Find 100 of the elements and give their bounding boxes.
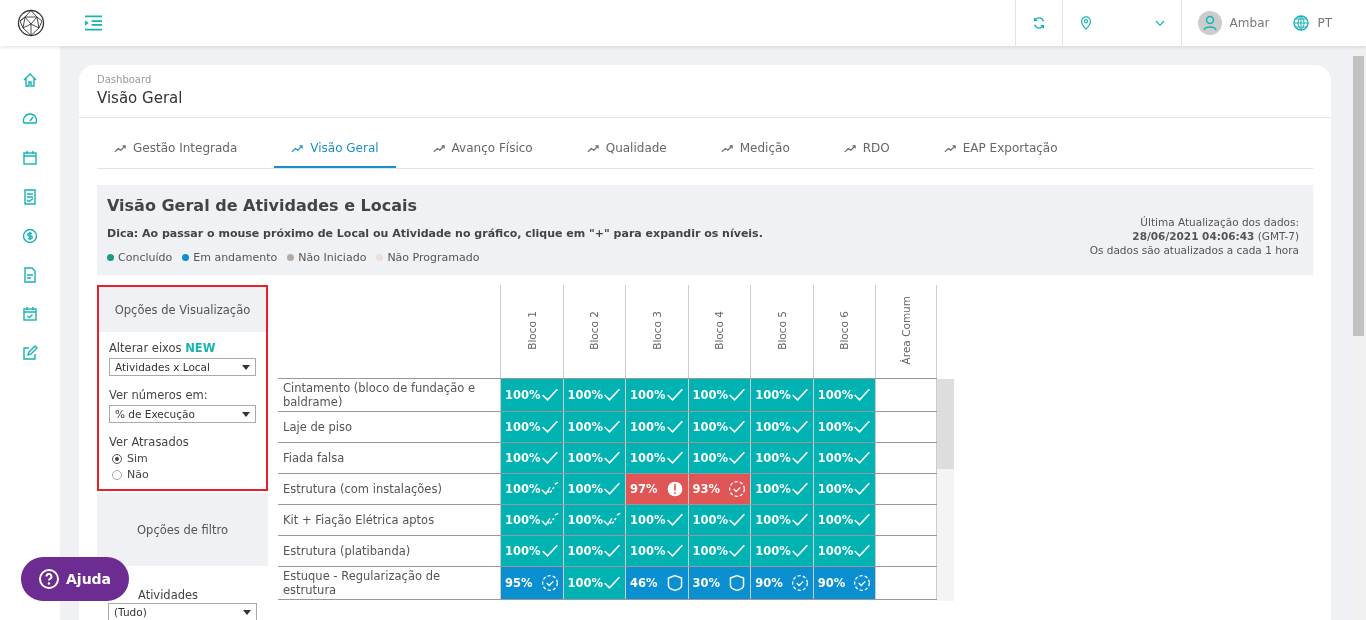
panel-title: Visão Geral de Atividades e Locais xyxy=(107,196,419,215)
edit-icon[interactable] xyxy=(22,345,38,361)
check-icon xyxy=(540,386,559,404)
map-pin-icon xyxy=(1078,16,1093,30)
home-icon[interactable] xyxy=(22,72,38,88)
dropdown-caret-icon xyxy=(243,609,251,615)
check-icon xyxy=(790,542,809,560)
calendar-check-icon[interactable] xyxy=(22,306,38,322)
trend-line-icon xyxy=(720,143,733,153)
column-header: Bloco 1 xyxy=(525,310,538,350)
trend-line-icon xyxy=(943,143,956,153)
tab[interactable]: RDO xyxy=(826,130,907,168)
dashed-check-circle-icon xyxy=(790,574,809,592)
double-check-icon xyxy=(603,511,622,529)
user-name[interactable]: Ambar xyxy=(1229,16,1270,30)
gauge-icon[interactable] xyxy=(22,111,38,127)
trend-line-icon xyxy=(432,143,445,153)
axes-select[interactable]: Atividades x Local xyxy=(109,358,256,376)
check-icon xyxy=(790,418,809,436)
update-time: 28/06/2021 04:06:43 (GMT-7) xyxy=(1131,229,1299,243)
calendar-icon[interactable] xyxy=(22,150,38,166)
status-cell: 100% xyxy=(500,378,564,412)
page-title: Visão Geral xyxy=(97,89,184,107)
check-icon xyxy=(665,386,684,404)
update-note: Os dados são atualizados a cada 1 hora xyxy=(1089,243,1299,257)
activity-label[interactable]: Estrutura (platibanda) xyxy=(283,544,495,558)
check-icon xyxy=(790,449,809,467)
status-cell: 100% xyxy=(813,442,876,474)
status-cell: 100% xyxy=(688,442,751,474)
chevron-down-icon xyxy=(1154,19,1165,27)
tab[interactable]: EAP Exportação xyxy=(926,130,1075,168)
check-icon xyxy=(603,449,622,467)
status-cell: 100% xyxy=(625,535,689,567)
globe-logo-icon xyxy=(17,9,45,37)
tab[interactable]: Medição xyxy=(703,130,807,168)
status-cell: 100% xyxy=(813,473,876,505)
field-label: Atividades xyxy=(137,588,200,602)
status-cell: 100% xyxy=(563,442,626,474)
tab[interactable]: Avanço Físico xyxy=(415,130,550,168)
check-icon xyxy=(728,511,747,529)
trend-line-icon xyxy=(586,143,599,153)
tab[interactable]: Gestão Integrada xyxy=(97,130,255,168)
check-icon xyxy=(790,480,809,498)
activity-label[interactable]: Fiada falsa xyxy=(283,451,495,465)
column-header: Bloco 2 xyxy=(588,310,601,350)
activity-label[interactable]: Estuque - Regularização de estrutura xyxy=(283,569,495,597)
help-button[interactable]: Ajuda xyxy=(21,557,130,601)
activity-label[interactable]: Estrutura (com instalações) xyxy=(283,482,495,496)
numbers-select[interactable]: % de Execução xyxy=(109,405,256,423)
tab[interactable]: Visão Geral xyxy=(274,130,396,168)
status-cell: 100% xyxy=(563,473,626,505)
dollar-icon[interactable] xyxy=(22,228,38,244)
status-cell: 100% xyxy=(563,504,626,536)
avatar-icon[interactable] xyxy=(1197,11,1222,35)
status-cell: 100% xyxy=(625,504,689,536)
check-icon xyxy=(540,449,559,467)
status-cell: 90% xyxy=(750,566,814,600)
menu-indent-icon[interactable] xyxy=(84,15,103,31)
check-icon xyxy=(603,386,622,404)
refresh-icon[interactable] xyxy=(1031,16,1046,30)
check-icon xyxy=(853,480,872,498)
status-cell: 93% xyxy=(688,473,751,505)
status-cell: 100% xyxy=(813,504,876,536)
document-icon[interactable] xyxy=(22,267,38,283)
tab[interactable]: Qualidade xyxy=(569,130,684,168)
field-label: Alterar eixos xyxy=(109,341,182,355)
activity-label[interactable]: Laje de piso xyxy=(283,420,495,434)
status-cell: 100% xyxy=(500,473,564,505)
status-cell: 100% xyxy=(563,378,626,412)
activities-select[interactable]: (Tudo) xyxy=(108,603,257,620)
globe-icon[interactable] xyxy=(1293,15,1310,31)
check-icon xyxy=(790,386,809,404)
status-cell: 100% xyxy=(625,378,689,412)
dropdown-caret-icon xyxy=(242,364,250,370)
dropdown-caret-icon xyxy=(242,411,250,417)
check-icon xyxy=(540,418,559,436)
status-cell: 46% xyxy=(625,566,689,600)
status-cell: 100% xyxy=(500,504,564,536)
shield-icon xyxy=(728,574,747,592)
shield-icon xyxy=(665,574,684,592)
check-icon xyxy=(665,511,684,529)
language-label[interactable]: PT xyxy=(1317,16,1332,30)
status-cell: 100% xyxy=(813,535,876,567)
window-scrollbar[interactable] xyxy=(1351,46,1366,620)
activity-label[interactable]: Kit + Fiação Elétrica aptos xyxy=(283,513,495,527)
status-cell: 100% xyxy=(813,378,876,412)
radio-option[interactable]: Não xyxy=(112,468,256,481)
status-cell: 100% xyxy=(750,504,814,536)
radio-option[interactable]: Sim xyxy=(112,452,256,465)
legend-label: Não Programado xyxy=(387,251,480,264)
scrollbar[interactable] xyxy=(937,379,955,601)
checklist-icon[interactable] xyxy=(22,189,38,205)
options-heading: Opções de Visualização xyxy=(99,287,266,332)
status-cell: 100% xyxy=(750,473,814,505)
trend-line-icon xyxy=(291,143,304,153)
activity-label[interactable]: Cintamento (bloco de fundação e baldrame) xyxy=(283,381,495,409)
check-icon xyxy=(728,449,747,467)
check-icon xyxy=(665,542,684,560)
status-cell: 100% xyxy=(750,535,814,567)
check-icon xyxy=(540,542,559,560)
